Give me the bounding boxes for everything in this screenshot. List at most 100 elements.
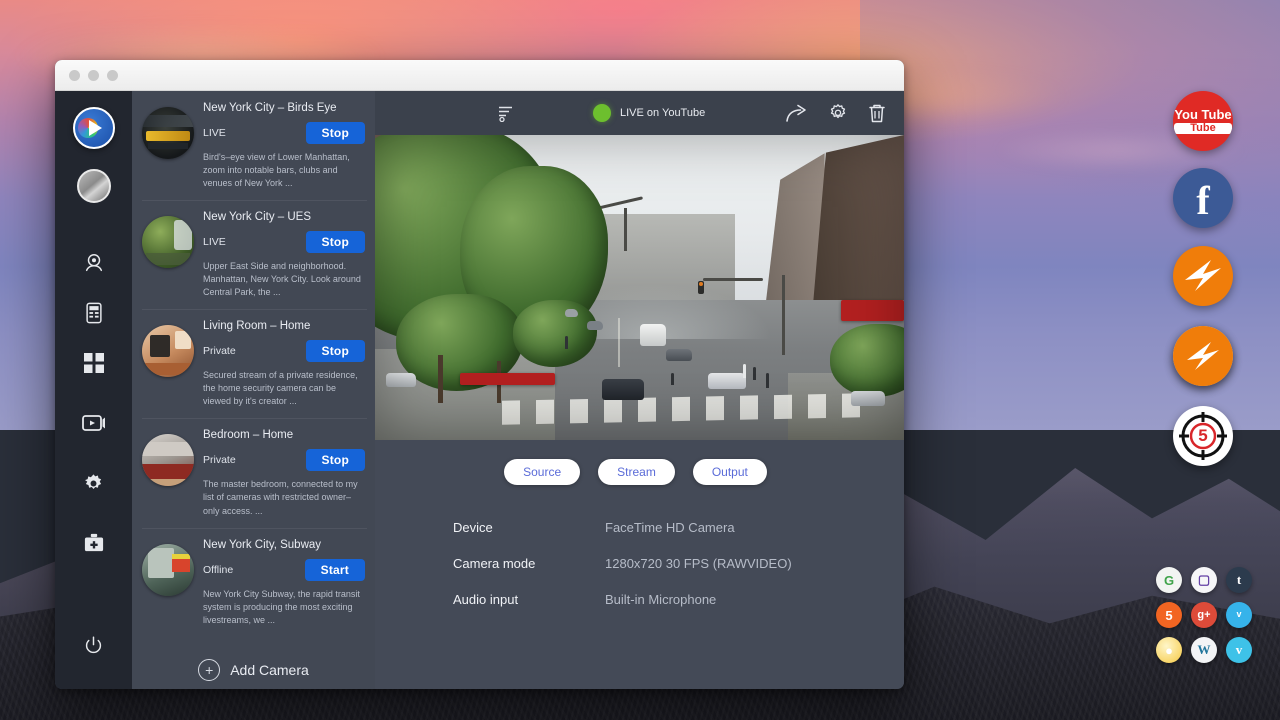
camera-status-row: Private Stop (203, 449, 365, 471)
camera-list-item[interactable]: Living Room – Home Private Stop Secured … (132, 309, 375, 418)
twitter-mini-icon[interactable]: ᵛ (1226, 602, 1252, 628)
trash-glyph (868, 103, 886, 124)
camera-list-item[interactable]: Bedroom – Home Private Stop The master b… (132, 418, 375, 527)
vimeo-mini-glyph: v (1236, 642, 1243, 658)
youtube-dock-tube: Tube (1174, 123, 1231, 134)
sidebar-item-power[interactable] (74, 625, 114, 665)
camera-thumbnail (142, 325, 194, 377)
camera-title: Living Room – Home (203, 320, 365, 332)
play-logo-icon (89, 120, 102, 136)
twitch-mini-icon[interactable]: ▢ (1191, 567, 1217, 593)
video-screen-icon (82, 413, 106, 433)
sort-filter-icon[interactable] (498, 105, 514, 122)
youtube-dock-icon[interactable]: You Tube Tube (1173, 91, 1233, 151)
toolbar-actions (786, 103, 886, 124)
sidebar-rail (55, 91, 132, 689)
spec-row-audio-input: Audio input Built-in Microphone (453, 592, 904, 607)
webcam-icon (83, 252, 105, 274)
tab-output[interactable]: Output (693, 459, 767, 485)
camera-description: Secured stream of a private residence, t… (203, 369, 365, 408)
camera-stop-button[interactable]: Stop (306, 122, 365, 144)
device-spec-list: Device FaceTime HD Camera Camera mode 12… (375, 520, 904, 607)
camera-list-item[interactable]: New York City – UES LIVE Stop Upper East… (132, 200, 375, 309)
camera-description: New York City Subway, the rapid transit … (203, 588, 365, 627)
spec-value: Built-in Microphone (605, 592, 716, 607)
twitch-mini-glyph: ▢ (1198, 572, 1210, 588)
camera-status: Private (203, 345, 236, 357)
camera-stop-button[interactable]: Stop (306, 231, 365, 253)
google-plus-mini-icon[interactable]: g+ (1191, 602, 1217, 628)
gear-icon[interactable] (828, 103, 848, 123)
spec-value: 1280x720 30 FPS (RAWVIDEO) (605, 556, 792, 571)
youtube-dock-label-you: You Tube (1174, 108, 1231, 121)
camera-stop-button[interactable]: Stop (306, 449, 365, 471)
camera-start-button[interactable]: Start (305, 559, 365, 581)
sidebar-item-devices[interactable] (74, 293, 114, 333)
tumblr-mini-icon[interactable]: t (1226, 567, 1252, 593)
window-zoom-button[interactable] (107, 70, 118, 81)
spec-key: Device (453, 520, 605, 535)
wowza-dock-icon[interactable] (1173, 326, 1233, 386)
sidebar-item-user-avatar[interactable] (77, 169, 111, 203)
livestream5-mini-glyph: 5 (1165, 608, 1172, 623)
wordpress-mini-glyph: W (1198, 642, 1211, 658)
add-camera-button[interactable]: + Add Camera (132, 637, 375, 681)
camera-info: Living Room – Home Private Stop Secured … (203, 317, 365, 408)
vimeo-mini-icon[interactable]: v (1226, 637, 1252, 663)
first-aid-kit-icon (83, 533, 105, 553)
video-preview[interactable] (375, 135, 904, 440)
live-status-label: LIVE on YouTube (620, 107, 705, 119)
window-titlebar (55, 60, 904, 91)
livestream5-mini-icon[interactable]: 5 (1156, 602, 1182, 628)
camera-list-item[interactable]: New York City – Birds Eye LIVE Stop Bird… (132, 91, 375, 200)
sidebar-item-support[interactable] (74, 523, 114, 563)
tab-source[interactable]: Source (504, 459, 580, 485)
sidebar-item-broadcast[interactable] (74, 403, 114, 443)
mobile-device-icon (84, 302, 104, 324)
tumblr-mini-glyph: t (1237, 572, 1241, 588)
camera-thumbnail (142, 434, 194, 486)
window-minimize-button[interactable] (88, 70, 99, 81)
wowza-bolt-icon (1181, 334, 1225, 378)
sidebar-item-app-logo[interactable] (73, 107, 115, 149)
spec-value: FaceTime HD Camera (605, 520, 735, 535)
power-icon (84, 636, 103, 655)
channel5-dock-icon[interactable]: 5 (1173, 406, 1233, 466)
share-arrow-glyph (786, 103, 808, 123)
camera-info: New York City, Subway Offline Start New … (203, 536, 365, 627)
gplus-mini-glyph: g+ (1197, 609, 1210, 621)
lightning-bolt-icon (1180, 253, 1226, 299)
facebook-dock-icon[interactable]: f (1173, 168, 1233, 228)
wordpress-mini-icon[interactable]: W (1191, 637, 1217, 663)
gear-glyph (828, 103, 848, 123)
camera-status: Offline (203, 564, 233, 576)
camera-status-row: LIVE Stop (203, 231, 365, 253)
window-close-button[interactable] (69, 70, 80, 81)
add-camera-label: Add Camera (230, 662, 309, 678)
groups-mini-icon[interactable]: G (1156, 567, 1182, 593)
sidebar-item-settings[interactable] (74, 463, 114, 503)
main-toolbar: LIVE on YouTube (375, 91, 904, 135)
detail-tabs: Source Stream Output (375, 459, 904, 485)
share-arrow-icon[interactable] (786, 103, 808, 123)
trash-icon[interactable] (868, 103, 886, 124)
scene-vignette (375, 135, 904, 440)
camera-stop-button[interactable]: Stop (306, 340, 365, 362)
spec-key: Camera mode (453, 556, 605, 571)
camera-status: LIVE (203, 236, 226, 248)
camera-list-scroll[interactable]: New York City – Birds Eye LIVE Stop Bird… (132, 91, 375, 689)
wowza-dock-icon-spacer (1173, 246, 1233, 306)
toolbar-left (393, 105, 593, 122)
camera-status: LIVE (203, 127, 226, 139)
detail-panel: Source Stream Output Device FaceTime HD … (375, 440, 904, 689)
spec-row-camera-mode: Camera mode 1280x720 30 FPS (RAWVIDEO) (453, 556, 904, 571)
app-window: New York City – Birds Eye LIVE Stop Bird… (55, 60, 904, 689)
flickr-mini-icon[interactable]: ● (1156, 637, 1182, 663)
tab-stream[interactable]: Stream (598, 459, 675, 485)
sidebar-item-dashboard[interactable] (74, 343, 114, 383)
live-status-dot (593, 104, 611, 122)
camera-description: Upper East Side and neighborhood. Manhat… (203, 260, 365, 299)
plus-circle-icon: + (198, 659, 220, 681)
sidebar-item-cameras[interactable] (74, 243, 114, 283)
camera-list-item[interactable]: New York City, Subway Offline Start New … (132, 528, 375, 637)
